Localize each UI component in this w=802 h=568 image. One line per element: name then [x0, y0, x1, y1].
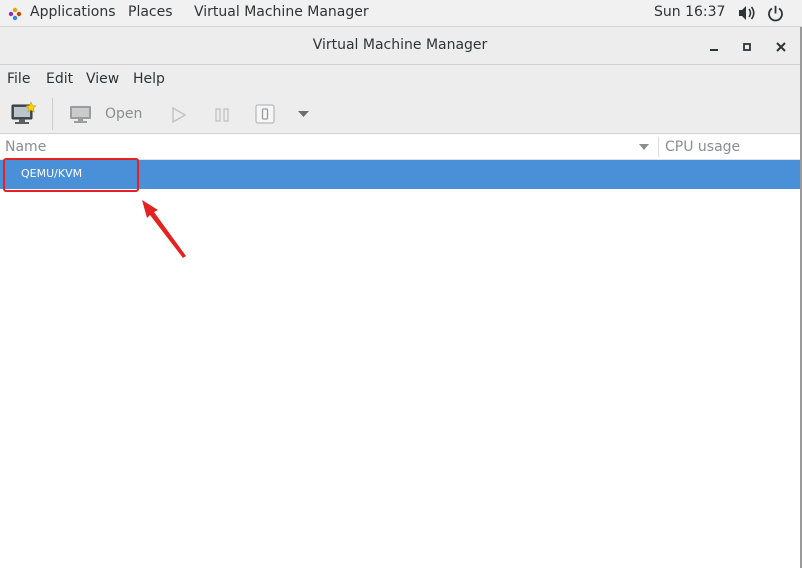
column-header-name[interactable]: Name — [5, 139, 46, 155]
window-titlebar[interactable]: Virtual Machine Manager — [0, 27, 800, 65]
column-header-cpu-usage[interactable]: CPU usage — [665, 139, 740, 155]
window-title: Virtual Machine Manager — [312, 37, 488, 53]
run-icon[interactable] — [171, 106, 187, 124]
toolbar-separator — [52, 98, 53, 130]
shutdown-menu-icon[interactable] — [297, 110, 310, 118]
places-menu[interactable]: Places — [128, 4, 173, 20]
active-app-menu[interactable]: Virtual Machine Manager — [194, 4, 369, 20]
maximize-icon[interactable] — [739, 39, 755, 55]
menu-file[interactable]: File — [7, 71, 30, 87]
menubar: File Edit View Help — [0, 65, 800, 93]
sort-arrow-icon[interactable] — [639, 143, 649, 151]
pause-icon[interactable] — [214, 106, 230, 124]
volume-icon[interactable] — [738, 5, 756, 21]
annotation-arrow-icon — [142, 200, 186, 258]
toolbar: Open — [0, 93, 800, 134]
vm-list-header: Name CPU usage — [0, 134, 800, 160]
open-console-icon[interactable] — [69, 105, 93, 125]
clock[interactable]: Sun 16:37 — [654, 4, 725, 20]
applications-icon — [8, 7, 22, 21]
column-divider[interactable] — [658, 137, 659, 157]
menu-help[interactable]: Help — [133, 71, 165, 87]
power-icon[interactable] — [767, 5, 784, 22]
minimize-icon[interactable] — [706, 39, 722, 55]
applications-menu[interactable]: Applications — [30, 4, 116, 20]
new-vm-icon[interactable] — [11, 101, 37, 125]
close-icon[interactable] — [773, 39, 789, 55]
menu-view[interactable]: View — [86, 71, 119, 87]
menu-edit[interactable]: Edit — [46, 71, 73, 87]
annotation-highlight-box — [3, 158, 139, 192]
shutdown-icon[interactable] — [254, 103, 276, 125]
top-panel: Applications Places Virtual Machine Mana… — [0, 0, 802, 27]
open-button[interactable]: Open — [105, 106, 142, 122]
